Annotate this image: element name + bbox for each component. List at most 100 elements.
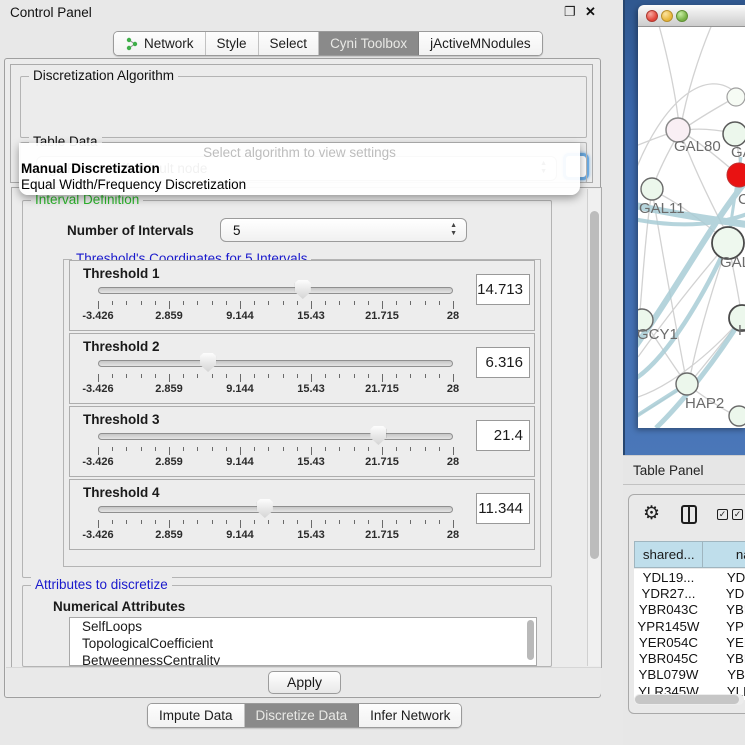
- split-columns-icon[interactable]: [681, 505, 697, 524]
- slider-thumb[interactable]: [370, 426, 386, 445]
- table-row[interactable]: YBR045CYBR0: [634, 650, 745, 666]
- threshold-label: Threshold 4: [83, 485, 160, 500]
- network-node[interactable]: [727, 88, 745, 106]
- apply-button[interactable]: Apply: [268, 671, 341, 694]
- stepper-arrows-icon: ▲▼: [450, 222, 457, 238]
- right-workspace: GAL80 GA C GAL11 GAL4 GCY1 H HAP2 Table …: [623, 0, 745, 745]
- threshold-1-block: Threshold 1 -3.4262.8599.14415.4321.7152…: [69, 260, 535, 331]
- zoom-traffic-light[interactable]: [676, 10, 688, 22]
- node-label-c: C: [738, 191, 745, 208]
- dropdown-option-manual[interactable]: Manual Discretization: [21, 161, 160, 176]
- list-item[interactable]: BetweennessCentrality: [70, 652, 536, 666]
- tab-jactivemnodules[interactable]: jActiveMNodules: [419, 32, 542, 55]
- slider-thumb[interactable]: [295, 280, 311, 299]
- attributes-list: SelfLoops TopologicalCoefficient Between…: [69, 617, 537, 666]
- dropdown-hint[interactable]: Select algorithm to view settings: [19, 145, 580, 160]
- num-intervals-value: 5: [233, 223, 241, 238]
- tab-label: Network: [144, 36, 194, 51]
- slider-scale: -3.4262.8599.14415.4321.71528: [98, 529, 453, 543]
- network-desktop: GAL80 GA C GAL11 GAL4 GCY1 H HAP2: [623, 0, 745, 455]
- network-node-selected-red[interactable]: [727, 163, 745, 187]
- gear-icon[interactable]: ⚙: [643, 502, 660, 525]
- tab-impute-data[interactable]: Impute Data: [148, 704, 245, 727]
- group-title: Attributes to discretize: [31, 577, 172, 592]
- minimize-traffic-light[interactable]: [661, 10, 673, 22]
- tab-infer-network[interactable]: Infer Network: [359, 704, 461, 727]
- attributes-group: Attributes to discretize Numerical Attri…: [22, 585, 552, 667]
- top-tab-bar: Network Style Select Cyni Toolbox jActiv…: [113, 31, 543, 56]
- threshold-value-field[interactable]: 11.344: [476, 493, 530, 524]
- close-icon[interactable]: ✕: [585, 4, 596, 20]
- network-canvas[interactable]: GAL80 GA C GAL11 GAL4 GCY1 H HAP2: [638, 27, 745, 428]
- horizontal-scrollbar-thumb[interactable]: [635, 695, 739, 704]
- threshold-value-field[interactable]: 21.4: [476, 420, 530, 451]
- threshold-4-block: Threshold 4 -3.4262.8599.14415.4321.7152…: [69, 479, 535, 550]
- column-header-shared[interactable]: shared...: [635, 542, 703, 568]
- list-item[interactable]: TopologicalCoefficient: [70, 635, 536, 652]
- tab-select[interactable]: Select: [259, 32, 320, 55]
- threshold-value-field[interactable]: 6.316: [476, 347, 530, 378]
- tab-network[interactable]: Network: [114, 32, 206, 55]
- slider-scale: -3.4262.8599.14415.4321.71528: [98, 310, 453, 324]
- network-node-gal11[interactable]: [641, 178, 663, 200]
- network-node[interactable]: [729, 406, 745, 426]
- panel-scrollbar-thumb[interactable]: [590, 211, 599, 559]
- slider-ticks: [98, 520, 453, 529]
- slider-scale: -3.4262.8599.14415.4321.71528: [98, 456, 453, 470]
- network-node-ga[interactable]: [723, 122, 745, 146]
- close-traffic-light[interactable]: [646, 10, 658, 22]
- table-row[interactable]: YBL079WYBL0: [634, 667, 745, 683]
- table-row[interactable]: YER054CYER0: [634, 634, 745, 650]
- threshold-value-field[interactable]: 14.713: [476, 274, 530, 305]
- column-header-name[interactable]: na: [703, 542, 745, 568]
- discretization-algorithm-group: Discretization Algorithm: [20, 76, 587, 138]
- checkbox-icon[interactable]: ✓: [732, 509, 743, 520]
- list-scrollbar-thumb[interactable]: [527, 620, 534, 660]
- node-label-hap2: HAP2: [685, 395, 724, 412]
- slider-track[interactable]: [98, 506, 453, 513]
- threshold-label: Threshold 1: [83, 266, 160, 281]
- float-window-icon[interactable]: ❐: [564, 4, 576, 20]
- slider-thumb[interactable]: [200, 353, 216, 372]
- table-row[interactable]: YBR043CYBR0: [634, 602, 745, 618]
- threshold-2-block: Threshold 2 -3.4262.8599.14415.4321.7152…: [69, 333, 535, 404]
- apply-strip: Apply: [6, 667, 601, 696]
- settings-scroll-panel: Interval Definition Number of Intervals …: [11, 187, 602, 668]
- table-panel-body: ⚙ ✓ ✓ shared... na YDL19...YDL1YDR27...Y…: [623, 485, 745, 745]
- table-row[interactable]: YPR145WYPR1: [634, 618, 745, 634]
- node-label-h: H: [738, 322, 745, 339]
- node-label-gcy1: GCY1: [638, 326, 678, 343]
- slider-ticks: [98, 447, 453, 456]
- checkbox-icon[interactable]: ✓: [717, 509, 728, 520]
- network-node-hap2[interactable]: [676, 373, 698, 395]
- algorithm-dropdown-popup: Select algorithm to view settings Manual…: [19, 143, 580, 195]
- num-intervals-select[interactable]: 5 ▲▼: [220, 218, 467, 242]
- panel-scrollbar[interactable]: [587, 189, 600, 666]
- node-label-gal11: GAL11: [639, 200, 685, 217]
- node-label-gal4: GAL4: [720, 254, 745, 271]
- network-window-titlebar[interactable]: [638, 5, 745, 27]
- slider-track[interactable]: [98, 433, 453, 440]
- numerical-attributes-label: Numerical Attributes: [53, 599, 185, 614]
- node-label-ga: GA: [731, 144, 745, 161]
- threshold-label: Threshold 2: [83, 339, 160, 354]
- group-title: Discretization Algorithm: [29, 68, 178, 83]
- list-item[interactable]: SelfLoops: [70, 618, 536, 635]
- slider-track[interactable]: [98, 287, 453, 294]
- slider-scale: -3.4262.8599.14415.4321.71528: [98, 383, 453, 397]
- table-toolbar: ⚙ ✓ ✓: [629, 495, 745, 535]
- tab-cyni-toolbox[interactable]: Cyni Toolbox: [319, 32, 419, 55]
- threshold-label: Threshold 3: [83, 412, 160, 427]
- tab-discretize-data[interactable]: Discretize Data: [245, 704, 360, 727]
- dropdown-option-equal-width[interactable]: Equal Width/Frequency Discretization: [21, 177, 246, 192]
- node-label-gal80: GAL80: [674, 138, 721, 155]
- gene-table-body: YDL19...YDL1YDR27...YDR2YBR043CYBR0YPR14…: [634, 569, 745, 700]
- slider-track[interactable]: [98, 360, 453, 367]
- tab-style[interactable]: Style: [206, 32, 259, 55]
- table-row[interactable]: YDR27...YDR2: [634, 585, 745, 601]
- table-row[interactable]: YDL19...YDL1: [634, 569, 745, 585]
- control-panel: Control Panel ❐ ✕ Network Style Select C…: [0, 0, 623, 745]
- cyni-toolbox-panel: Discretization Algorithm Table Data galF…: [4, 58, 601, 698]
- horizontal-scrollbar[interactable]: [634, 694, 744, 705]
- slider-thumb[interactable]: [257, 499, 273, 518]
